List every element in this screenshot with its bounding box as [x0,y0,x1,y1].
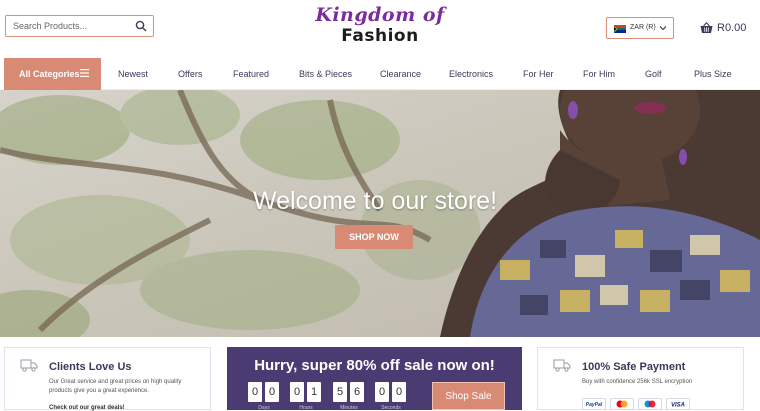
countdown-digit: 0 [392,382,406,402]
sale-title: Hurry, super 80% off sale now on! [227,357,522,374]
nav-item-for-her[interactable]: For Her [523,69,554,79]
nav-item-for-him[interactable]: For Him [583,69,615,79]
basket-icon [700,22,713,34]
clients-card-title: Clients Love Us [49,361,132,373]
currency-selector[interactable]: ZAR (R) [606,17,674,39]
nav-item-bits-and-pieces[interactable]: Bits & Pieces [299,69,352,79]
hero-banner: Welcome to our store! SHOP NOW [0,90,760,337]
countdown-label-days: Days [249,405,279,411]
check-deals-link[interactable]: Check out our great deals! [49,405,125,411]
countdown-label-minutes: Minutes [334,405,364,411]
clients-love-us-card: Clients Love Us Our Great service and gr… [4,347,211,410]
delivery-truck-icon [20,358,38,372]
sale-countdown-banner: Hurry, super 80% off sale now on! 0 0 0 … [227,347,522,410]
countdown-digit: 0 [265,382,279,402]
maestro-icon [638,398,662,410]
delivery-truck-icon [553,358,571,372]
nav-item-newest[interactable]: Newest [118,69,148,79]
store-logo[interactable]: Kingdom of Fashion [300,5,460,51]
nav-item-golf[interactable]: Golf [645,69,662,79]
nav-item-offers[interactable]: Offers [178,69,202,79]
visa-label: VISA [671,402,685,408]
nav-item-clearance[interactable]: Clearance [380,69,421,79]
countdown-digit: 0 [248,382,262,402]
countdown-label-seconds: Seconds [376,405,406,411]
hero-title: Welcome to our store! [0,187,750,216]
currency-code: ZAR (R) [630,24,656,31]
countdown-digit: 0 [375,382,389,402]
cart-total: R0.00 [717,22,746,34]
clients-card-text: Our Great service and great prices on hi… [49,378,201,396]
shop-sale-button[interactable]: Shop Sale [432,382,505,410]
south-africa-flag-icon [614,25,626,33]
nav-item-plus-size[interactable]: Plus Size [694,69,732,79]
site-header: Kingdom of Fashion ZAR (R) R0.00 [0,0,760,58]
all-categories-button[interactable]: All Categories [4,58,101,90]
countdown-label-hours: Hours [291,405,321,411]
hamburger-menu-icon [80,69,89,77]
payment-card-title: 100% Safe Payment [582,361,685,373]
countdown-digit: 6 [350,382,364,402]
paypal-label: PayPal [586,402,603,408]
main-navigation: All Categories Newest Offers Featured Bi… [0,58,760,90]
nav-item-featured[interactable]: Featured [233,69,269,79]
payment-card-text: Buy with confidence 256k SSL encryption [582,378,742,387]
search-icon[interactable] [135,20,147,32]
visa-icon: VISA [666,398,690,410]
countdown-digit: 0 [290,382,304,402]
countdown-digit: 1 [307,382,321,402]
search-box[interactable] [5,15,154,37]
mastercard-icon [610,398,634,410]
safe-payment-card: 100% Safe Payment Buy with confidence 25… [537,347,744,410]
paypal-icon: PayPal [582,398,606,410]
chevron-down-icon [659,24,667,32]
shop-now-button[interactable]: SHOP NOW [335,225,413,249]
logo-line-2: Fashion [300,26,460,47]
search-input[interactable] [6,16,131,36]
countdown-digit: 5 [333,382,347,402]
logo-line-1: Kingdom of [300,5,460,26]
nav-item-electronics[interactable]: Electronics [449,69,493,79]
all-categories-label: All Categories [19,69,80,79]
